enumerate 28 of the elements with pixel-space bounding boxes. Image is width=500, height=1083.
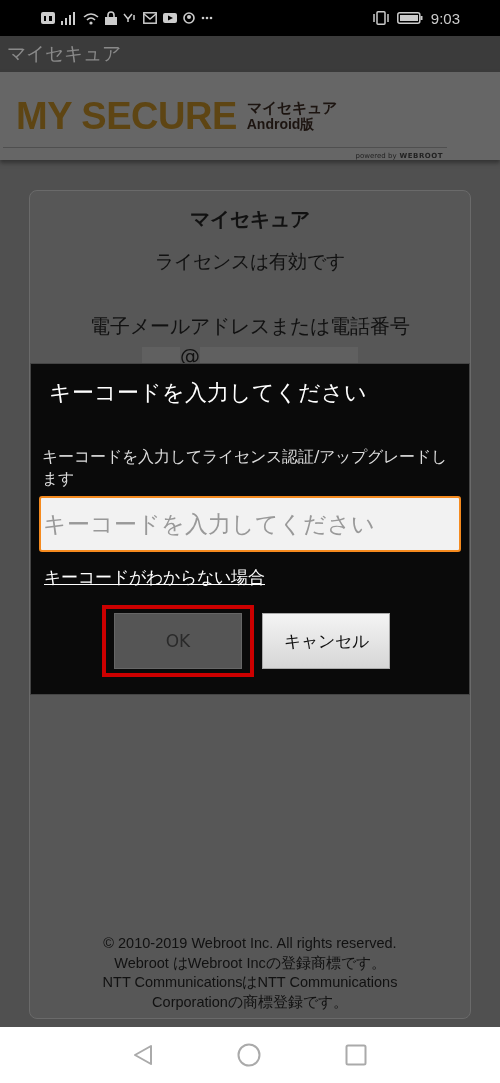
battery-icon [396,12,423,24]
back-icon [133,1044,153,1066]
dialog-title: キーコードを入力してください [48,379,368,407]
copyright-text: Webroot はWebroot Incの登録商標です。 [114,953,386,973]
more-icon [201,16,213,20]
recents-icon [345,1044,367,1066]
vibrate-icon [372,11,389,25]
logo-subtitle: Android版 [246,116,316,132]
mail-icon [143,12,157,24]
account-label: 電子メールアドレスまたは電話番号 [90,313,410,340]
copyright-text: © 2010-2019 Webroot Inc. All rights reserved. [103,934,397,953]
video-icon [163,13,177,23]
logo-text: MY SECURE [16,94,237,138]
copyright-text: Corporationの商標登録です。 [152,992,348,1012]
input-field[interactable]: キーコードを入力してください [39,496,461,552]
signal-icon [61,11,77,25]
card-title: マイセキュア [190,206,310,233]
copyright-text: NTT CommunicationsはNTT Communications [102,973,398,992]
wifi-icon [83,11,99,25]
license-status-text: ライセンスは有効です [155,249,345,274]
app-title: マイセキュア [7,41,121,66]
lock-icon [105,11,117,25]
help-link[interactable]: キーコードがわからない場合 [39,566,265,589]
clock-text: 9:03 [430,9,460,27]
dialog-message: キーコードを入力してライセンス認証/アップグレードします [41,446,449,490]
cancel-button[interactable]: キャンセル [262,613,390,669]
home-icon [237,1043,261,1067]
logo-subtitle: マイセキュア [246,100,337,116]
